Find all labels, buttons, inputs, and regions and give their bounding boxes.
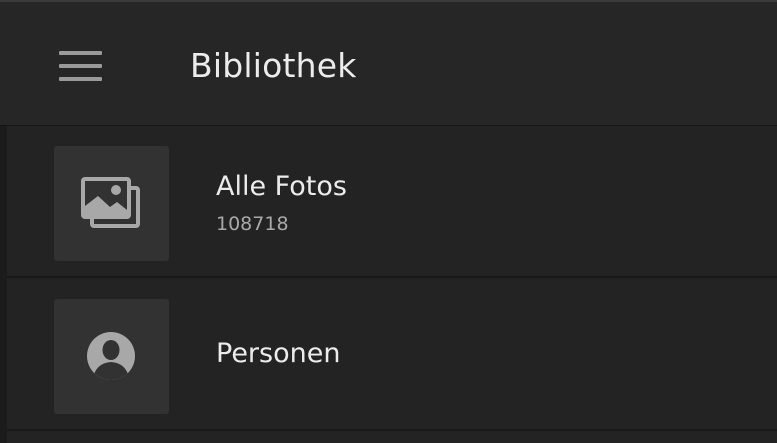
app-window: Bibliothek Alle Fotos 108718 Personen <box>0 0 777 443</box>
person-icon <box>87 332 135 380</box>
library-item-thumbnail <box>54 299 169 414</box>
page-title: Bibliothek <box>190 46 357 85</box>
library-item-people[interactable]: Personen <box>7 279 777 431</box>
menu-bar-line <box>59 77 102 81</box>
library-item-partial[interactable] <box>7 432 777 443</box>
library-item-label: Alle Fotos <box>216 171 347 202</box>
library-item-thumbnail <box>54 146 169 261</box>
top-bar: Bibliothek <box>0 0 777 126</box>
menu-bar-line <box>59 64 102 68</box>
library-list: Alle Fotos 108718 Personen <box>7 126 777 443</box>
library-item-label: Personen <box>216 338 341 369</box>
library-item-count: 108718 <box>216 213 289 235</box>
library-item-all-photos[interactable]: Alle Fotos 108718 <box>7 126 777 278</box>
menu-bar-line <box>59 51 102 55</box>
photos-stack-icon <box>81 177 140 228</box>
hamburger-menu-icon[interactable] <box>50 42 112 90</box>
left-rail <box>0 126 7 443</box>
